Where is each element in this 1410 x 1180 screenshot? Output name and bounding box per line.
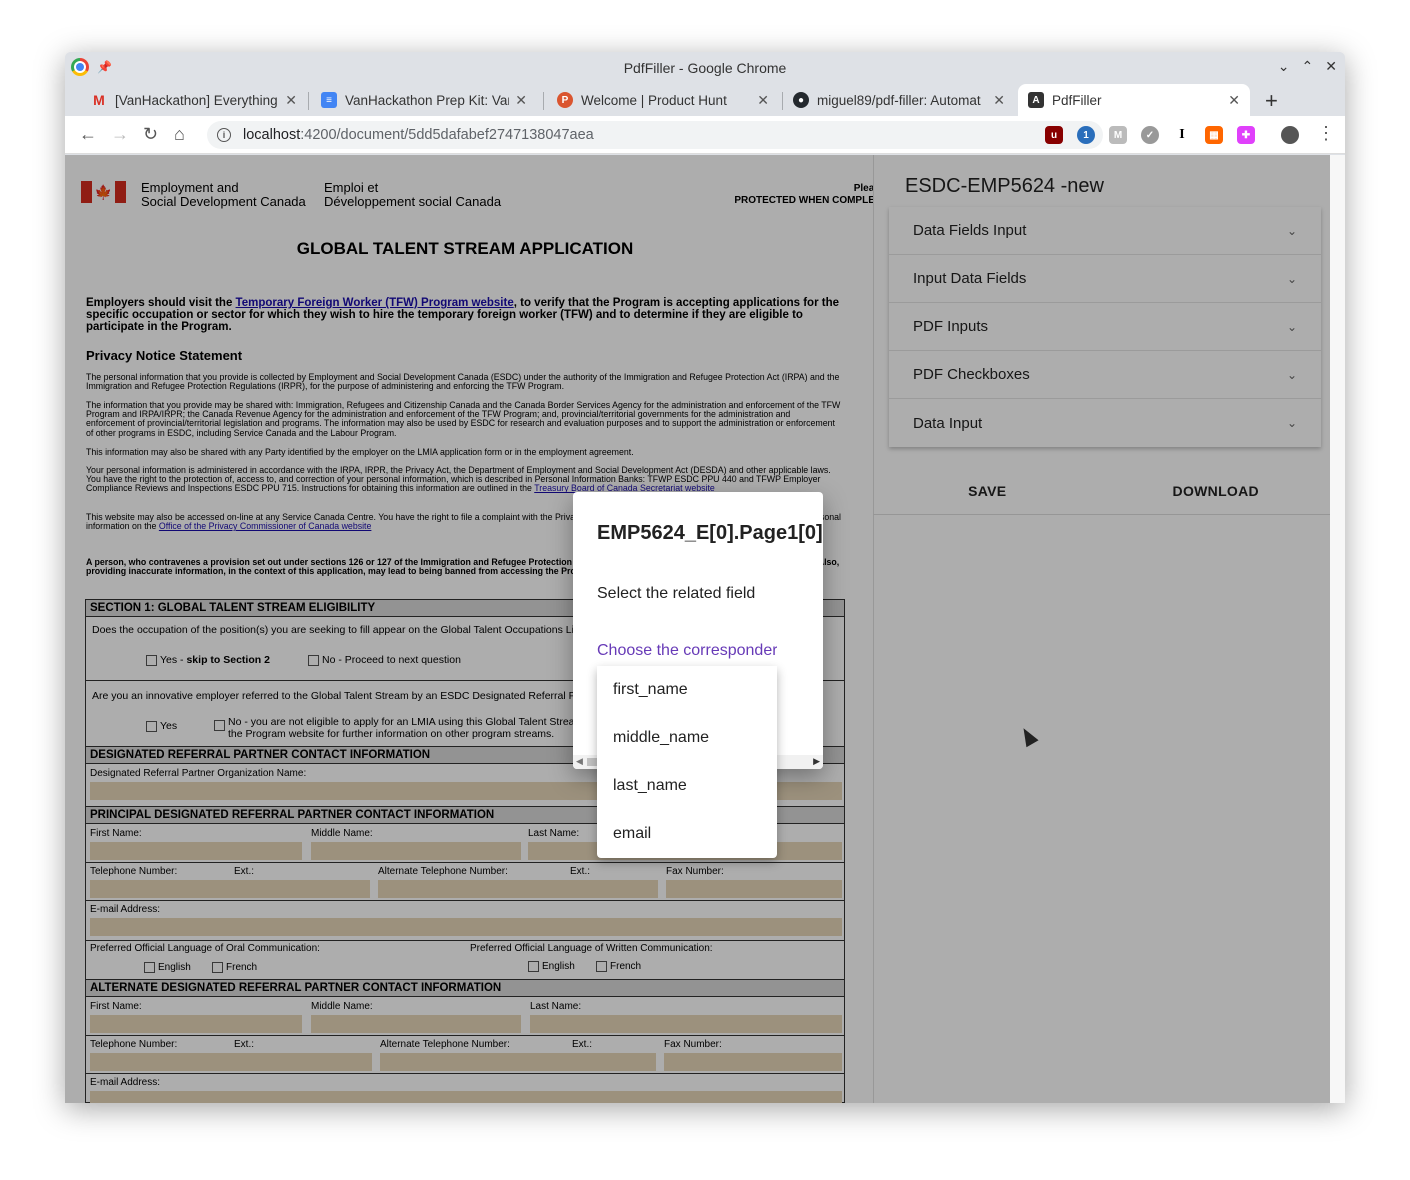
extension-check-icon[interactable]: ✓ [1141, 126, 1159, 144]
forward-icon[interactable]: → [111, 124, 129, 145]
dialog-title: EMP5624_E[0].Page1[0].t [597, 522, 823, 544]
tab-github[interactable]: ● miguel89/pdf-filler: Automat ✕ [783, 84, 1015, 116]
close-tab-icon[interactable]: ✕ [285, 92, 297, 109]
extension-off-icon[interactable]: ▦ [1205, 126, 1223, 144]
minimize-icon[interactable]: ⌄ [1278, 58, 1290, 75]
option-email[interactable]: email [597, 810, 777, 858]
title-bar: 📌 PdfFiller - Google Chrome ⌄ ⌃ ✕ [65, 52, 1345, 82]
profile-avatar[interactable] [1281, 126, 1299, 144]
option-first-name[interactable]: first_name [597, 666, 777, 714]
tab-label: Welcome | Product Hunt [581, 92, 727, 108]
docs-icon: ≡ [321, 92, 337, 108]
url-host: localhost [243, 127, 301, 143]
select-options-panel: first_name middle_name last_name email [597, 666, 777, 858]
gmail-icon: M [93, 92, 105, 108]
home-icon[interactable]: ⌂ [174, 124, 185, 145]
browser-window: 📌 PdfFiller - Google Chrome ⌄ ⌃ ✕ M [Van… [65, 52, 1345, 1103]
close-window-icon[interactable]: ✕ [1325, 58, 1337, 75]
tab-label: VanHackathon Prep Kit: Vanl [345, 92, 510, 108]
producthunt-icon: P [557, 92, 573, 108]
toolbar: ← → ↻ ⌂ i localhost:4200/document/5dd5da… [65, 116, 1345, 154]
github-icon: ● [793, 92, 809, 108]
onepassword-icon[interactable]: 1 [1077, 126, 1095, 144]
reload-icon[interactable]: ↻ [143, 124, 158, 145]
menu-icon[interactable]: ⋮ [1317, 123, 1335, 144]
tab-label: [VanHackathon] Everything y [115, 92, 280, 108]
close-tab-icon[interactable]: ✕ [993, 92, 1005, 109]
tab-label: miguel89/pdf-filler: Automat [817, 92, 981, 108]
extension-m-icon[interactable]: M [1109, 126, 1127, 144]
page-scrollbar[interactable] [1330, 155, 1345, 1103]
close-tab-icon[interactable]: ✕ [515, 92, 527, 109]
corresponding-field-select[interactable]: Choose the corresponder [597, 642, 777, 667]
close-tab-icon[interactable]: ✕ [1228, 92, 1240, 109]
extension-puzzle-icon[interactable]: ✚ [1237, 126, 1255, 144]
instapaper-icon[interactable]: I [1173, 126, 1191, 144]
scroll-right-icon[interactable]: ▶ [813, 756, 820, 767]
page-content: 🍁 Employment and Social Development Canad… [65, 155, 1345, 1103]
ublock-icon[interactable]: u [1045, 126, 1063, 144]
new-tab-icon[interactable]: + [1265, 88, 1278, 114]
url-path: :4200/document/5dd5dafabef2747138047aea [300, 127, 594, 143]
maximize-icon[interactable]: ⌃ [1302, 58, 1314, 75]
tab-label: PdfFiller [1052, 92, 1102, 108]
info-icon[interactable]: i [217, 128, 231, 142]
address-bar[interactable]: i localhost:4200/document/5dd5dafabef274… [207, 121, 1103, 149]
option-last-name[interactable]: last_name [597, 762, 777, 810]
dialog-subtitle: Select the related field [597, 585, 756, 602]
tab-pdffiller[interactable]: A PdfFiller ✕ [1018, 84, 1250, 116]
angular-icon: A [1028, 92, 1044, 108]
window-title: PdfFiller - Google Chrome [623, 60, 787, 76]
back-icon[interactable]: ← [79, 124, 97, 145]
tab-strip: M [VanHackathon] Everything y ✕ ≡ VanHac… [65, 82, 1345, 116]
tab-gmail[interactable]: M [VanHackathon] Everything y ✕ [81, 84, 307, 116]
tab-producthunt[interactable]: P Welcome | Product Hunt ✕ [547, 84, 779, 116]
close-tab-icon[interactable]: ✕ [757, 92, 769, 109]
tab-docs[interactable]: ≡ VanHackathon Prep Kit: Vanl ✕ [311, 84, 537, 116]
scroll-left-icon[interactable]: ◀ [576, 756, 583, 767]
option-middle-name[interactable]: middle_name [597, 714, 777, 762]
